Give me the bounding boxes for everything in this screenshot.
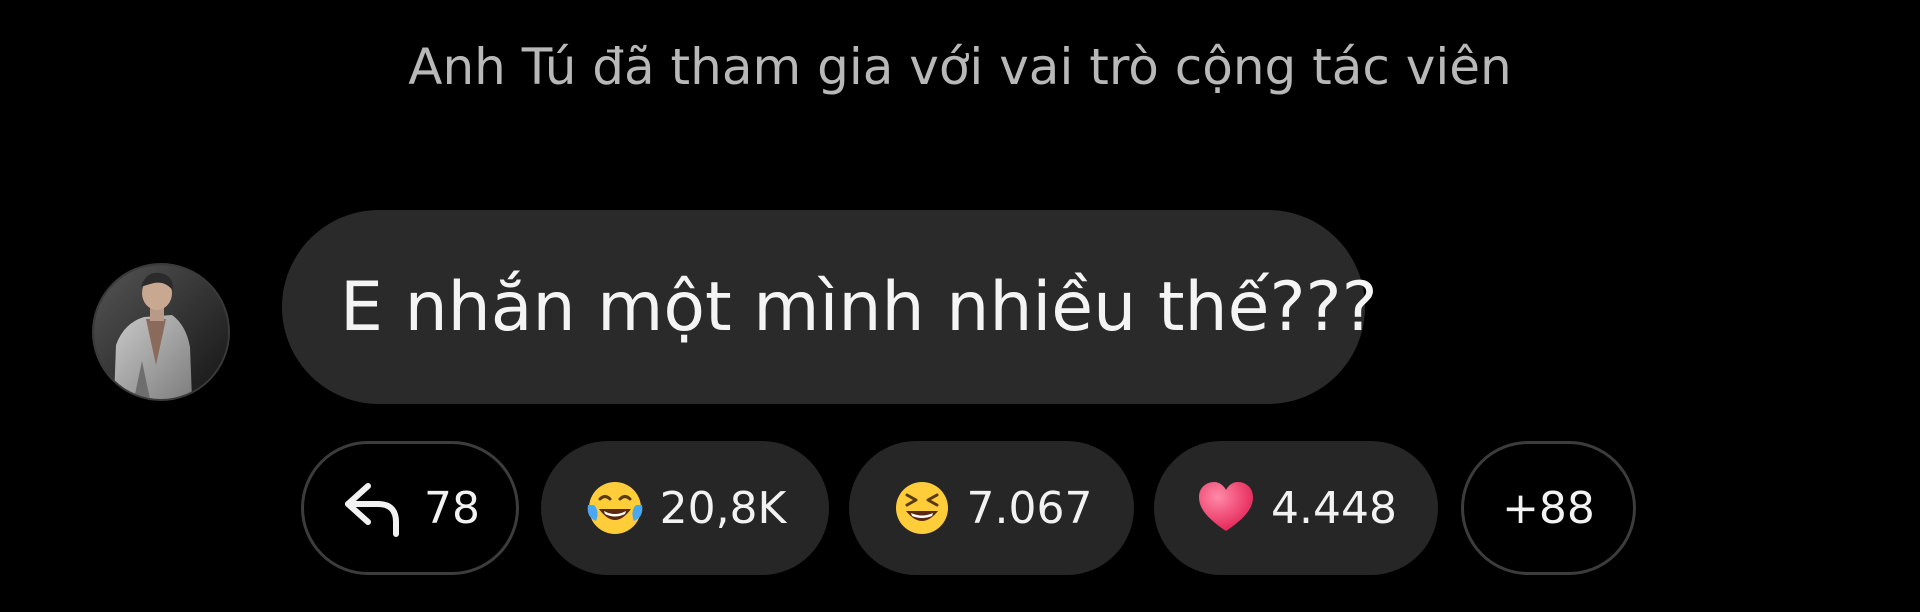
message-text: E nhắn một mình nhiều thế???: [340, 267, 1378, 347]
tears-of-joy-emoji-icon: [587, 482, 642, 534]
more-reactions-count: +88: [1502, 482, 1595, 534]
avatar-photo-icon: [94, 265, 228, 399]
reaction-laughing[interactable]: 7.067: [849, 441, 1134, 575]
reply-count: 78: [424, 482, 480, 534]
reaction-tears-of-joy[interactable]: 20,8K: [541, 441, 829, 575]
reaction-count: 4.448: [1271, 482, 1397, 534]
more-reactions-button[interactable]: +88: [1461, 441, 1636, 575]
red-heart-emoji-icon: [1199, 482, 1254, 531]
reply-button[interactable]: 78: [301, 441, 519, 575]
laughing-squinting-emoji-icon: [895, 482, 948, 534]
reply-arrow-icon: [345, 483, 399, 537]
reaction-count: 7.067: [966, 482, 1093, 534]
message-bubble[interactable]: E nhắn một mình nhiều thế???: [282, 210, 1378, 404]
system-message: Anh Tú đã tham gia với vai trò cộng tác …: [408, 38, 1512, 96]
reaction-heart[interactable]: 4.448: [1154, 441, 1438, 575]
reaction-count: 20,8K: [659, 482, 787, 534]
avatar[interactable]: [92, 263, 230, 401]
